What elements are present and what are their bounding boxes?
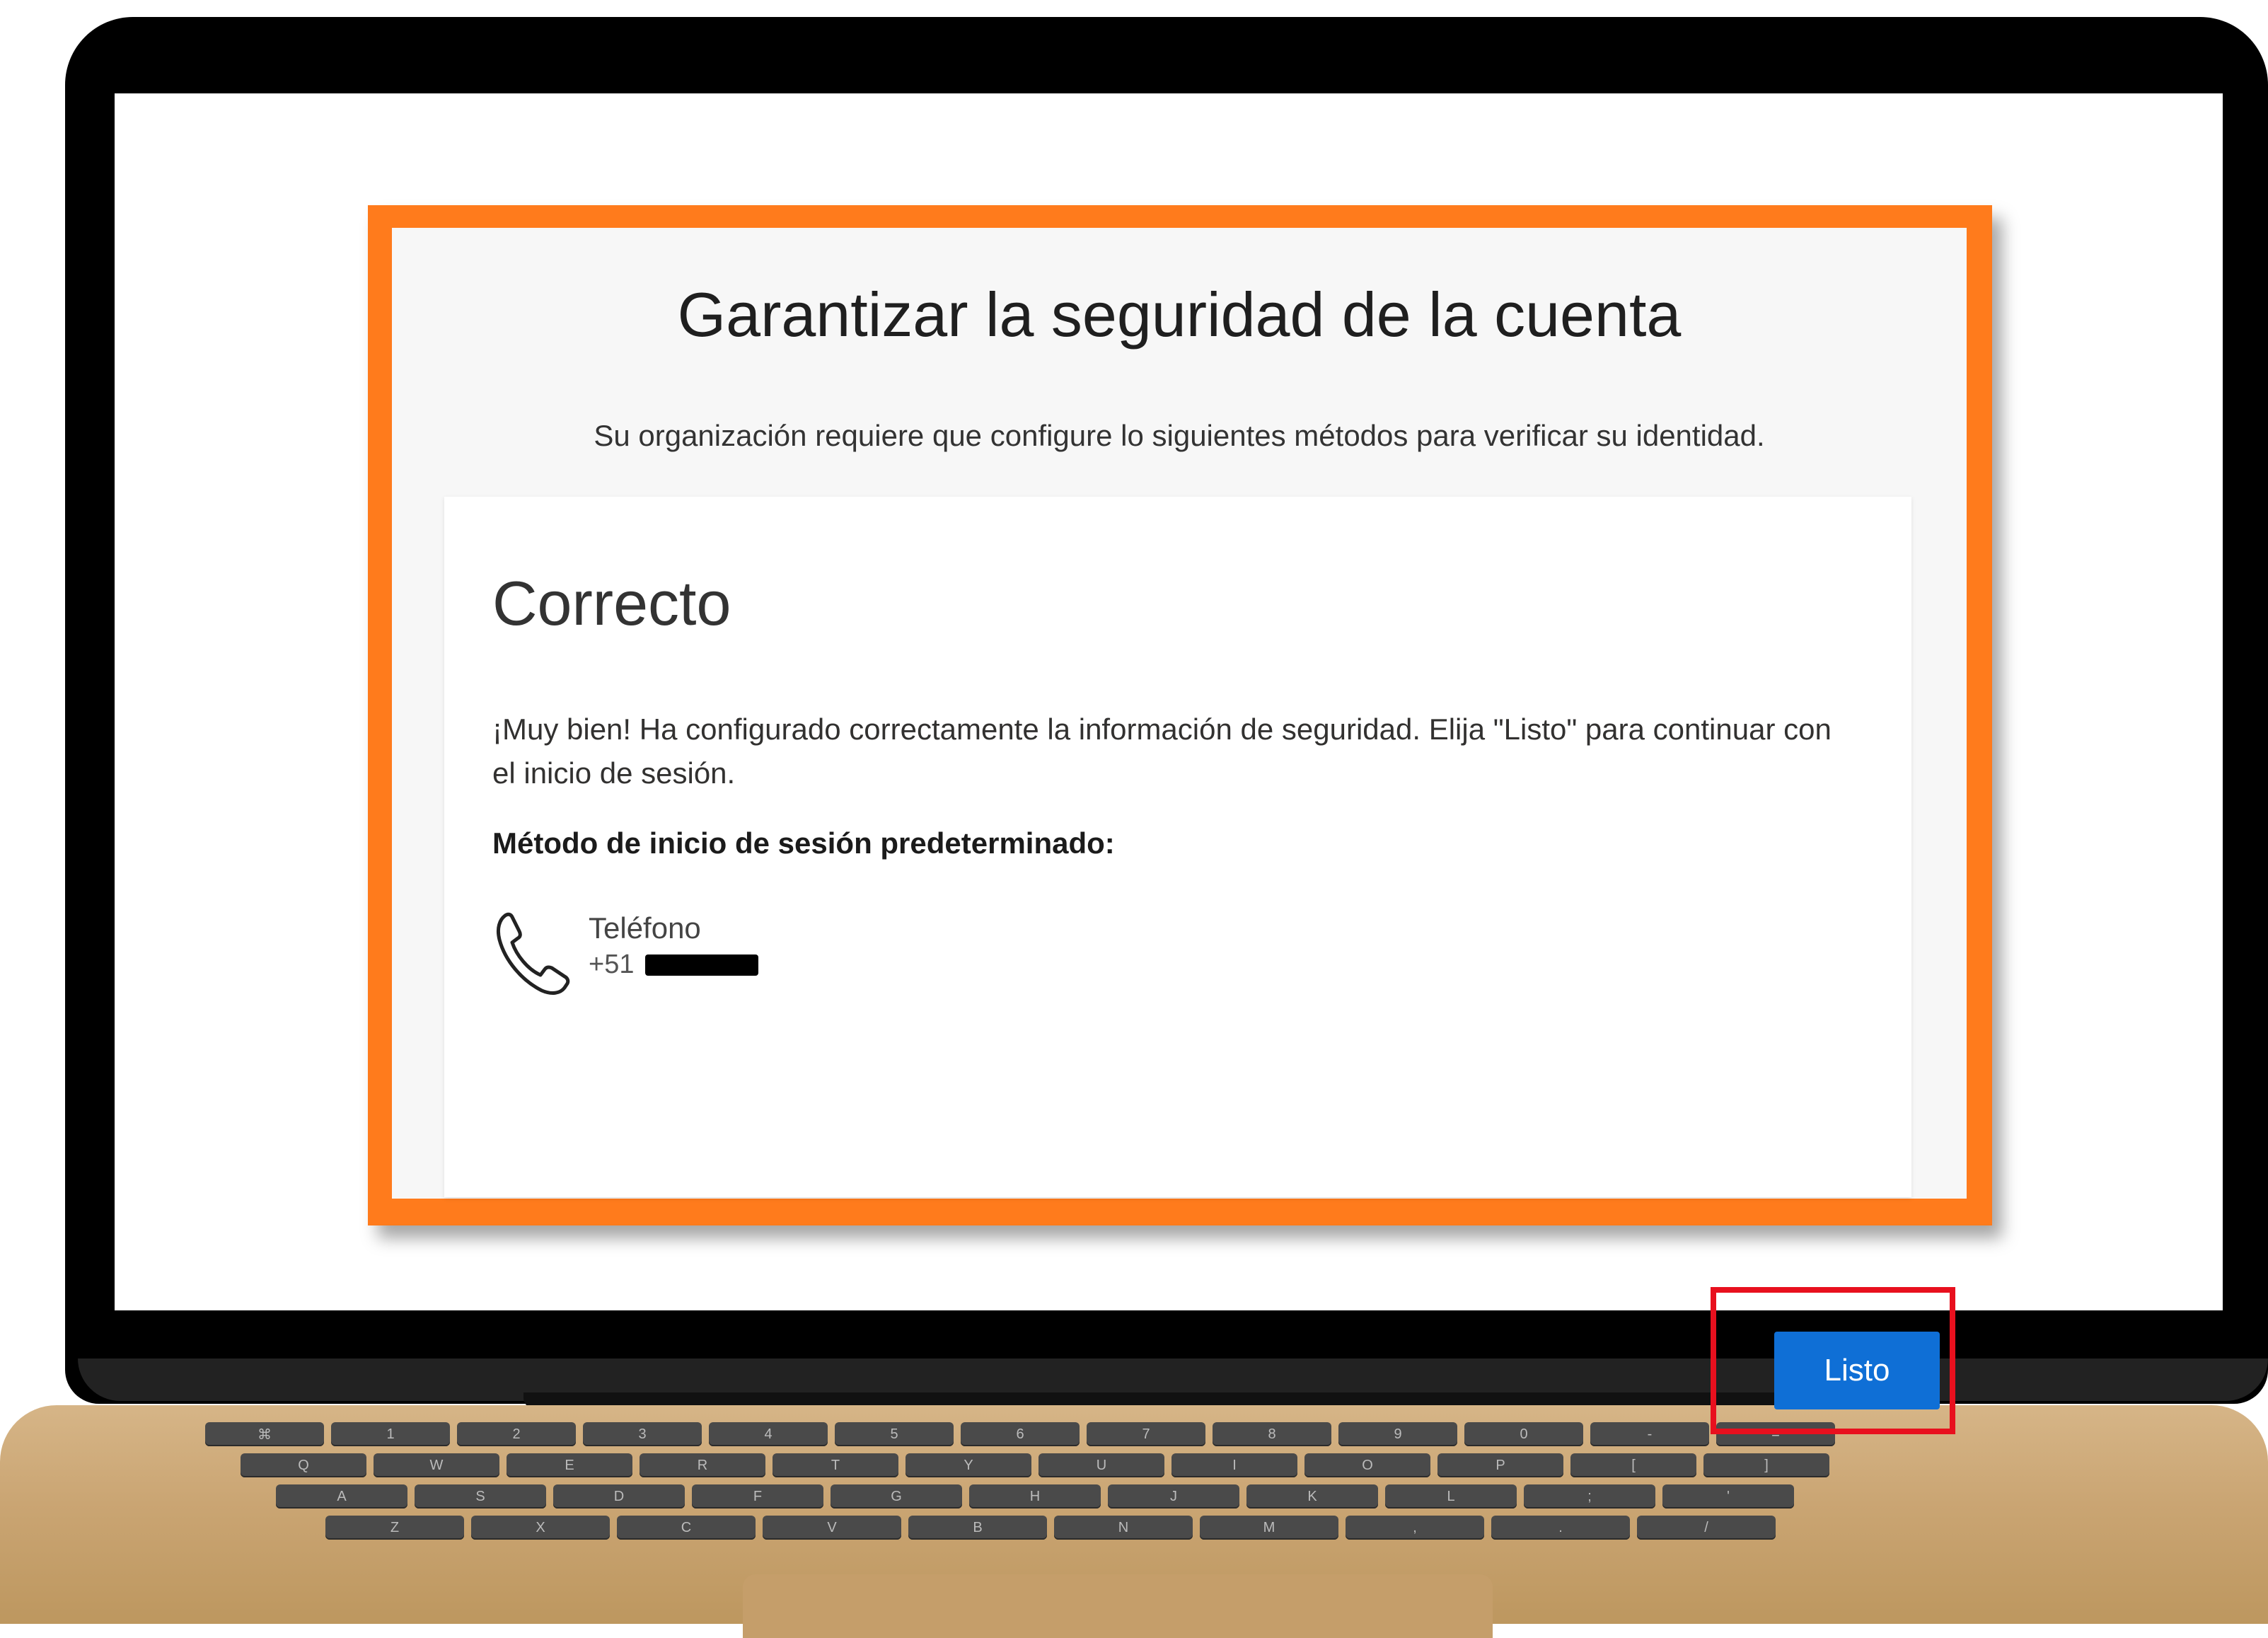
keyboard-row1: ⌘ 1 2 3 4 5 6 7 8 9 0- = <box>205 1422 1835 1446</box>
keyboard-key: ⌘ <box>205 1422 324 1446</box>
screenshot-frame: Garantizar la seguridad de la cuenta Su … <box>368 205 1992 1434</box>
keyboard-key: J <box>1108 1484 1239 1509</box>
keyboard-key: . <box>1491 1516 1630 1540</box>
success-message: ¡Muy bien! Ha configurado correctamente … <box>492 713 1832 790</box>
keyboard-key: 1 <box>331 1422 450 1446</box>
keyboard-row4: Z X C V B N M,. / <box>325 1516 1776 1540</box>
keyboard-key: W <box>374 1453 499 1477</box>
keyboard-key: K <box>1246 1484 1378 1509</box>
keyboard-key: 4 <box>709 1422 828 1446</box>
keyboard-key: 9 <box>1338 1422 1457 1446</box>
keyboard-key: B <box>908 1516 1047 1540</box>
keyboard-key: 0 <box>1464 1422 1583 1446</box>
keyboard-key: - <box>1590 1422 1709 1446</box>
keyboard-row2: Q W E R T Y U I O P [] <box>241 1453 1829 1477</box>
keyboard-key: N <box>1054 1516 1193 1540</box>
keyboard-key: 7 <box>1087 1422 1205 1446</box>
keyboard-key: 6 <box>961 1422 1080 1446</box>
keyboard-key: L <box>1385 1484 1517 1509</box>
keyboard-key: 2 <box>457 1422 576 1446</box>
keyboard: ⌘ 1 2 3 4 5 6 7 8 9 0- = Q W E R T Y U I O P[] A S D F G H J K L; ' Z X C V… <box>99 1422 2151 1564</box>
keyboard-key: 3 <box>583 1422 702 1446</box>
trackpad <box>743 1574 1493 1638</box>
keyboard-key: , <box>1346 1516 1484 1540</box>
keyboard-key: Y <box>906 1453 1031 1477</box>
keyboard-key: ; <box>1524 1484 1655 1509</box>
keyboard-key: S <box>415 1484 546 1509</box>
redacted-phone-digits <box>645 954 759 976</box>
page-title: Garantizar la seguridad de la cuenta <box>677 279 1682 350</box>
phone-number: +51 <box>589 950 759 980</box>
keyboard-key: I <box>1171 1453 1297 1477</box>
method-name: Teléfono <box>589 911 701 945</box>
keyboard-key: P <box>1437 1453 1563 1477</box>
security-info-page: Garantizar la seguridad de la cuenta Su … <box>392 228 1967 1434</box>
keyboard-key: ' <box>1662 1484 1794 1509</box>
keyboard-key: A <box>276 1484 407 1509</box>
phone-country-code: +51 <box>589 950 635 979</box>
keyboard-key: 5 <box>835 1422 954 1446</box>
keyboard-key: Z <box>325 1516 464 1540</box>
keyboard-key: D <box>553 1484 685 1509</box>
keyboard-key: / <box>1637 1516 1776 1540</box>
keyboard-key: V <box>763 1516 901 1540</box>
keyboard-key: E <box>507 1453 632 1477</box>
keyboard-key: F <box>692 1484 823 1509</box>
keyboard-key: Q <box>241 1453 366 1477</box>
page-subtitle: Su organización requiere que configure l… <box>594 419 1765 452</box>
keyboard-key: M <box>1200 1516 1338 1540</box>
keyboard-key: T <box>773 1453 898 1477</box>
default-method: Teléfono +51 <box>492 907 759 999</box>
keyboard-key: R <box>640 1453 765 1477</box>
method-details: Teléfono +51 <box>589 911 759 980</box>
card-title: Correcto <box>492 568 731 638</box>
default-method-heading: Método de inicio de sesión predeterminad… <box>492 826 1115 860</box>
keyboard-key: G <box>831 1484 962 1509</box>
success-card: Correcto ¡Muy bien! Ha configurado corre… <box>444 497 1955 1434</box>
keyboard-key: O <box>1304 1453 1430 1477</box>
done-button[interactable]: Listo <box>1774 1332 1940 1409</box>
keyboard-key: 8 <box>1213 1422 1331 1446</box>
keyboard-row3: A S D F G H J K L; ' <box>276 1484 1794 1509</box>
keyboard-key: U <box>1038 1453 1164 1477</box>
keyboard-key: [ <box>1570 1453 1696 1477</box>
keyboard-key: C <box>617 1516 756 1540</box>
keyboard-key: ] <box>1703 1453 1829 1477</box>
keyboard-key: H <box>969 1484 1101 1509</box>
phone-icon <box>496 912 570 995</box>
keyboard-key: X <box>471 1516 610 1540</box>
